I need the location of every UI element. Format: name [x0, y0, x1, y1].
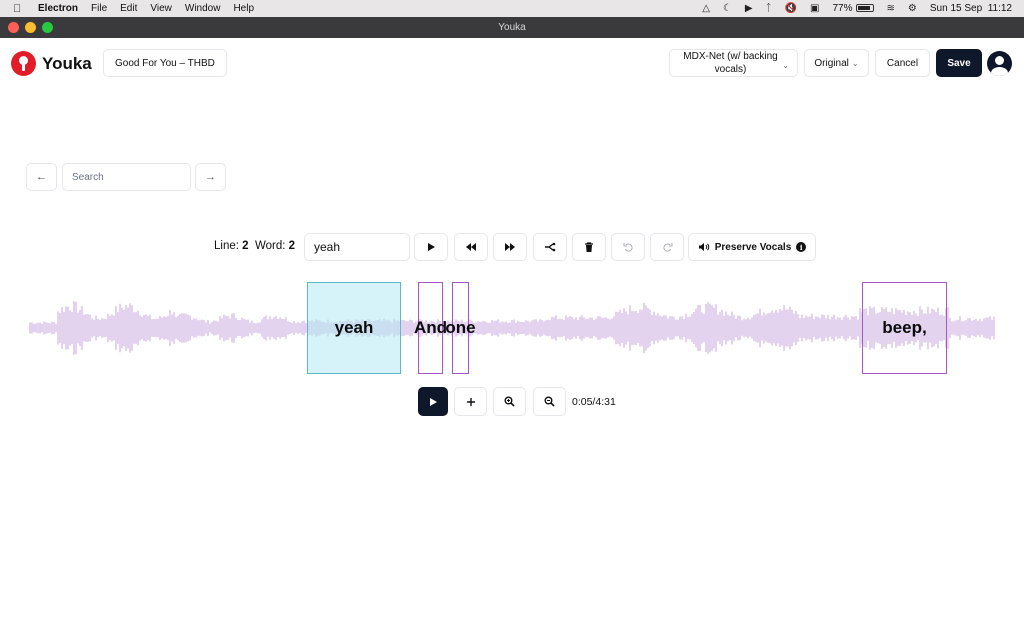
word-indicator: Word: 2: [255, 240, 295, 252]
zoom-out-icon: [544, 396, 555, 407]
split-icon: [545, 242, 556, 252]
play-circle-icon[interactable]: ▶: [745, 3, 753, 14]
menu-view[interactable]: View: [150, 3, 172, 14]
line-indicator: Line: 2: [214, 240, 249, 252]
chevron-down-icon: ⌄: [782, 61, 789, 70]
logo-text: Youka: [42, 53, 92, 73]
system-menubar:  Electron File Edit View Window Help △ …: [0, 0, 1024, 17]
close-window-button[interactable]: [8, 22, 19, 33]
fast-forward-icon: [505, 243, 515, 251]
zoom-out-button[interactable]: [533, 387, 566, 416]
menu-window[interactable]: Window: [185, 3, 221, 14]
battery-percent: 77%: [832, 3, 853, 14]
battery-status[interactable]: 77%: [833, 3, 874, 14]
word-value: 2: [288, 240, 296, 252]
model-select[interactable]: MDX-Net (w/ backing vocals) ⌄: [669, 49, 798, 77]
menu-edit[interactable]: Edit: [120, 3, 137, 14]
zoom-in-button[interactable]: [493, 387, 526, 416]
drive-icon[interactable]: △: [702, 3, 710, 14]
word-segment-beep[interactable]: beep,: [862, 282, 947, 374]
redo-icon: [662, 242, 673, 252]
arrow-left-icon: ←: [36, 171, 47, 183]
undo-icon: [622, 242, 633, 252]
preserve-vocals-button[interactable]: Preserve Vocals i: [688, 233, 816, 261]
word-segment-yeah[interactable]: yeah: [307, 282, 401, 374]
window-titlebar: Youka: [0, 17, 1024, 38]
song-title-button[interactable]: Good For You – THBD: [103, 49, 227, 77]
audio-select-value: Original: [814, 57, 849, 69]
add-word-button[interactable]: [454, 387, 487, 416]
minimize-window-button[interactable]: [25, 22, 36, 33]
playback-time: 0:05/4:31: [572, 396, 616, 408]
plus-icon: [466, 397, 475, 406]
prev-word-button[interactable]: [454, 233, 488, 261]
preserve-vocals-label: Preserve Vocals: [714, 241, 792, 253]
word-segment-one[interactable]: one: [445, 282, 476, 374]
chevron-down-icon: ⌄: [851, 58, 859, 68]
info-icon[interactable]: i: [796, 242, 807, 252]
cancel-button[interactable]: Cancel: [875, 49, 930, 77]
play-button[interactable]: [418, 387, 448, 416]
play-icon: [430, 397, 437, 406]
menu-app-name[interactable]: Electron: [38, 3, 78, 14]
menu-help[interactable]: Help: [233, 3, 254, 14]
undo-button[interactable]: [611, 233, 645, 261]
window-title: Youka: [498, 22, 526, 33]
audio-select[interactable]: Original ⌄: [804, 49, 869, 77]
bluetooth-icon[interactable]: ᛏ: [766, 3, 772, 14]
word-label: Word:: [255, 240, 286, 252]
app-header: Youka Good For You – THBD MDX-Net (w/ ba…: [0, 38, 1024, 90]
clock[interactable]: Sun 15 Sep 11:12: [930, 3, 1012, 14]
play-icon: [428, 243, 435, 251]
play-word-button[interactable]: [414, 233, 448, 261]
avatar[interactable]: [987, 51, 1012, 76]
search-input[interactable]: [62, 163, 191, 191]
battery-icon: [855, 4, 874, 13]
moon-icon[interactable]: ☾: [723, 3, 732, 14]
line-label: Line:: [214, 240, 239, 252]
window-controls: [8, 22, 53, 33]
arrow-right-icon: →: [205, 171, 216, 183]
zoom-window-button[interactable]: [42, 22, 53, 33]
wifi-icon[interactable]: ≋: [887, 3, 895, 14]
rewind-icon: [466, 243, 476, 251]
menu-file[interactable]: File: [91, 3, 107, 14]
word-segment-and[interactable]: And: [414, 282, 447, 374]
model-select-value: MDX-Net (w/ backing vocals): [683, 51, 778, 75]
clock-date: Sun 15 Sep: [929, 3, 983, 14]
mute-icon[interactable]: 🔇: [785, 3, 797, 14]
redo-button[interactable]: [650, 233, 684, 261]
speaker-icon: [698, 243, 709, 251]
zoom-in-icon: [504, 396, 515, 407]
youka-logo-icon: [11, 51, 36, 76]
apple-icon[interactable]: : [13, 3, 27, 15]
control-center-icon[interactable]: ⚙: [908, 3, 917, 14]
clock-time: 11:12: [987, 3, 1012, 14]
split-word-button[interactable]: [533, 233, 567, 261]
prev-button[interactable]: ←: [26, 163, 57, 191]
save-button[interactable]: Save: [936, 49, 982, 77]
next-word-button[interactable]: [493, 233, 527, 261]
delete-word-button[interactable]: [572, 233, 606, 261]
word-text-input[interactable]: [304, 233, 410, 261]
next-button[interactable]: →: [195, 163, 226, 191]
logo[interactable]: Youka: [11, 51, 92, 76]
line-value: 2: [242, 240, 249, 252]
trash-icon: [585, 241, 593, 252]
input-source-icon[interactable]: ▣: [810, 3, 819, 14]
